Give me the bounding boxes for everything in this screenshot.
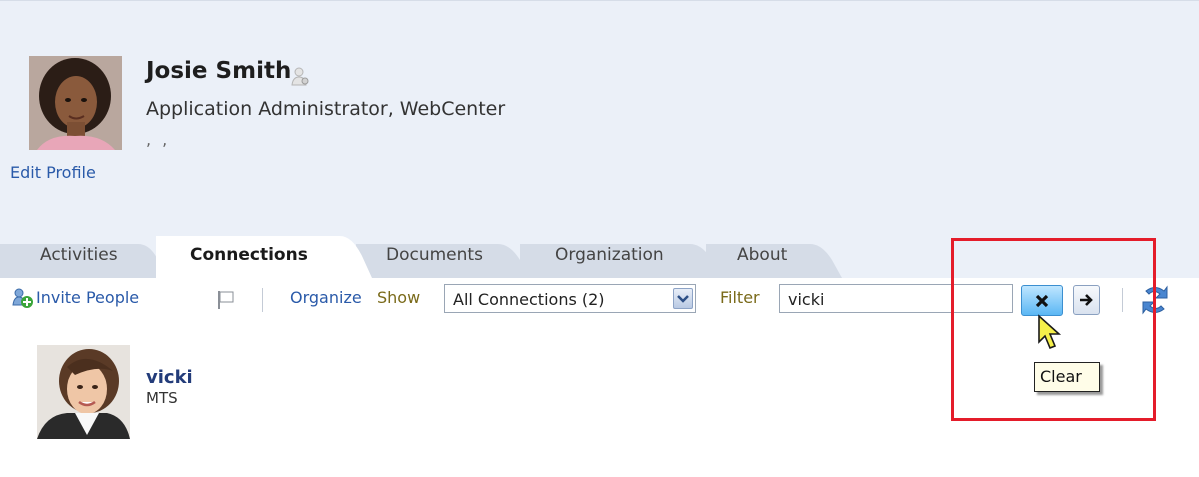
toolbar-divider	[262, 288, 263, 312]
organize-link[interactable]: Organize	[290, 288, 362, 307]
invite-people-icon	[12, 288, 33, 308]
invite-people-link[interactable]: Invite People	[36, 288, 139, 307]
profile-avatar	[29, 56, 122, 150]
filter-input-value: vicki	[788, 290, 825, 309]
show-dropdown[interactable]: All Connections (2)	[444, 284, 696, 313]
tab-organization[interactable]: Organization	[555, 236, 664, 278]
chevron-down-icon[interactable]	[673, 288, 693, 309]
show-dropdown-value: All Connections (2)	[453, 290, 605, 309]
profile-name: Josie Smith	[146, 58, 292, 84]
profile-location: , ,	[146, 130, 171, 149]
highlight-box	[951, 238, 1156, 421]
flag-icon[interactable]	[217, 290, 235, 310]
presence-status-icon	[291, 67, 309, 86]
show-label: Show	[377, 288, 421, 307]
connection-avatar[interactable]	[37, 345, 130, 439]
edit-profile-link[interactable]: Edit Profile	[10, 163, 96, 182]
profile-title: Application Administrator, WebCenter	[146, 98, 506, 120]
connection-role: MTS	[146, 389, 178, 407]
tab-documents[interactable]: Documents	[386, 236, 483, 278]
tab-activities[interactable]: Activities	[40, 236, 118, 278]
tab-about[interactable]: About	[737, 236, 787, 278]
filter-label: Filter	[720, 288, 760, 307]
connection-name-link[interactable]: vicki	[146, 367, 193, 388]
tab-connections[interactable]: Connections	[190, 236, 308, 278]
